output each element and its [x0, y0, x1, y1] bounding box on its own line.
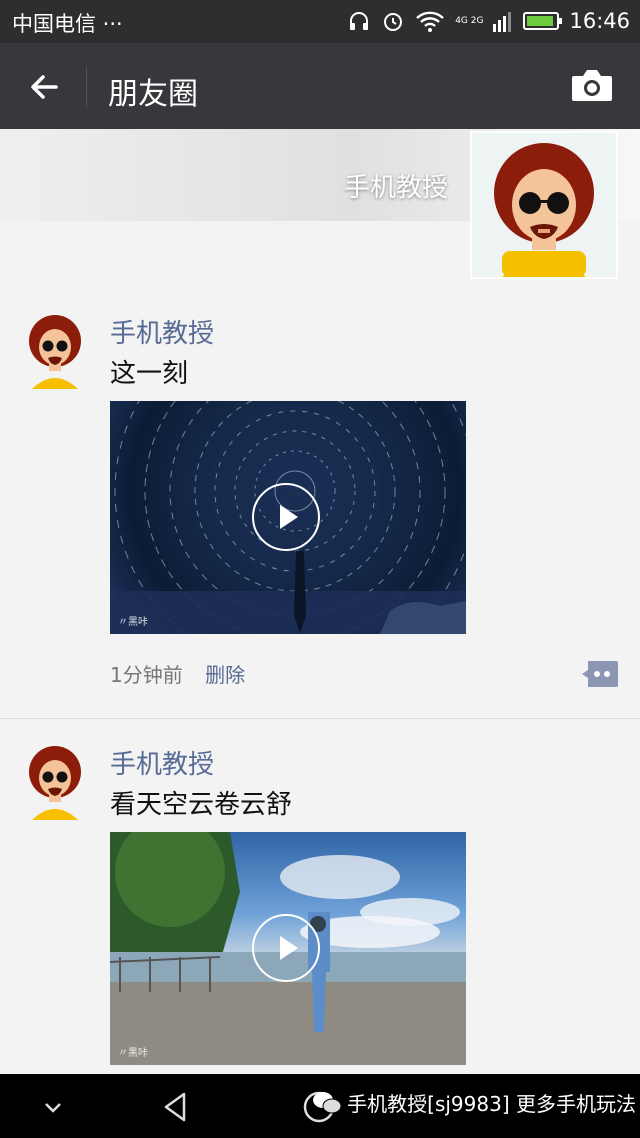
- system-nav-bar: 手机教授[sj9983] 更多手机玩法: [0, 1074, 640, 1138]
- watermark-text: 手机教授[sj9983] 更多手机玩法: [347, 1092, 636, 1116]
- video-watermark: 〃黑咔: [118, 617, 148, 628]
- status-icons: 4G 2G 16:46: [347, 6, 630, 36]
- signal-icon: [493, 12, 512, 32]
- back-triangle-icon[interactable]: [160, 1090, 194, 1124]
- alarm-icon: [384, 13, 403, 31]
- wechat-icon: [313, 1091, 342, 1113]
- post-author-name[interactable]: 手机教授: [110, 313, 214, 350]
- video-thumbnail[interactable]: 〃黑咔: [110, 832, 466, 1065]
- delete-link[interactable]: 删除: [205, 663, 245, 687]
- play-button[interactable]: [252, 914, 320, 982]
- avatar-illustration: [29, 315, 81, 389]
- camera-icon[interactable]: [570, 67, 614, 103]
- play-button[interactable]: [252, 483, 320, 551]
- app-header: 朋友圈: [0, 43, 640, 129]
- header-divider: [86, 67, 87, 107]
- post-time: 1分钟前: [110, 663, 183, 687]
- network-type: 4G 2G: [455, 16, 484, 26]
- back-arrow-icon[interactable]: [24, 67, 64, 107]
- headphones-icon: [350, 12, 369, 30]
- post-separator: [0, 718, 640, 719]
- post-author-name[interactable]: 手机教授: [110, 744, 214, 781]
- avatar-illustration: [494, 143, 594, 277]
- post-text: 看天空云卷云舒: [110, 790, 293, 820]
- post-avatar[interactable]: [24, 742, 86, 820]
- clock: 16:46: [569, 9, 630, 33]
- post-meta: 1分钟前 删除: [110, 659, 245, 688]
- wifi-icon: [416, 11, 445, 32]
- cover-user-name: 手机教授: [343, 173, 448, 203]
- battery-icon: [523, 12, 563, 30]
- post-text: 这一刻: [110, 359, 189, 389]
- profile-avatar[interactable]: [470, 131, 618, 279]
- chevron-down-icon[interactable]: [36, 1090, 70, 1124]
- video-watermark: 〃黑咔: [118, 1048, 148, 1059]
- page-title: 朋友圈: [108, 77, 198, 112]
- video-thumbnail[interactable]: 〃黑咔: [110, 401, 466, 634]
- bottom-watermark: 手机教授[sj9983] 更多手机玩法: [313, 1088, 636, 1117]
- carrier-label: 中国电信 ···: [12, 12, 123, 36]
- comment-icon[interactable]: [582, 661, 618, 687]
- post-avatar[interactable]: [24, 311, 86, 389]
- status-bar: 中国电信 ··· 4G 2G 16:46: [0, 0, 640, 43]
- avatar-illustration: [29, 746, 81, 820]
